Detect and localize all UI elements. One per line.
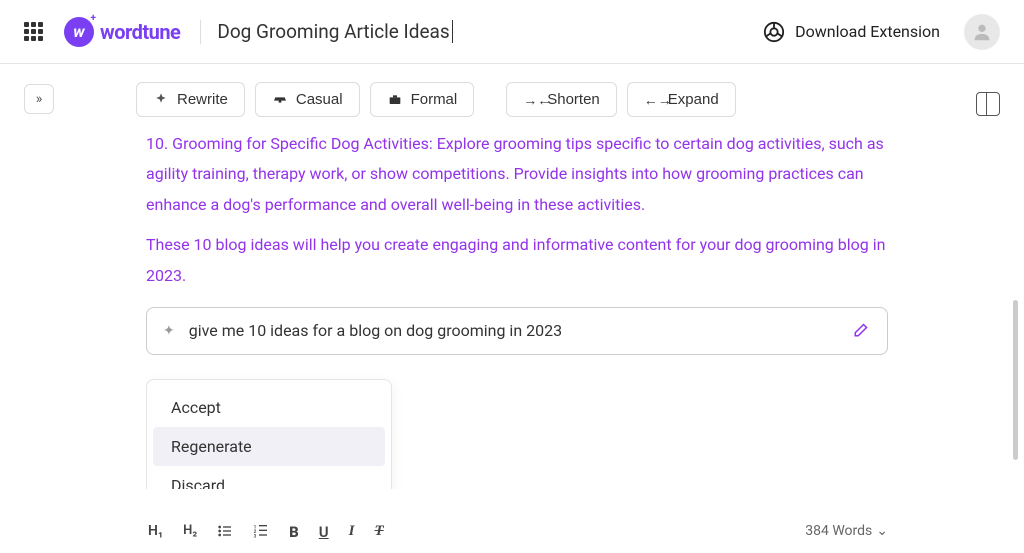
chevron-down-icon: ⌄ — [876, 523, 888, 539]
edit-prompt-button[interactable] — [853, 320, 871, 342]
expand-button[interactable]: ←→ Expand — [627, 82, 736, 117]
ai-prompt-box[interactable]: ✦ give me 10 ideas for a blog on dog gro… — [146, 307, 888, 355]
brand-name: wordtune — [100, 20, 180, 44]
expand-label: Expand — [668, 91, 719, 108]
paragraph-10: 10. Grooming for Specific Dog Activities… — [146, 129, 888, 220]
word-count[interactable]: 384 Words ⌄ — [805, 523, 888, 539]
vertical-scrollbar[interactable] — [1013, 300, 1018, 460]
expand-icon: ←→ — [644, 92, 660, 108]
paragraph-summary: These 10 blog ideas will help you create… — [146, 230, 888, 291]
prompt-text: give me 10 ideas for a blog on dog groom… — [189, 321, 839, 340]
clear-format-button[interactable]: T — [372, 523, 385, 540]
logo-mark-icon: w — [64, 17, 94, 47]
casual-button[interactable]: Casual — [255, 82, 360, 117]
casual-label: Casual — [296, 91, 343, 108]
heading2-button[interactable]: H₂ — [181, 523, 199, 538]
bullet-list-button[interactable] — [215, 523, 235, 543]
svg-text:3: 3 — [254, 534, 257, 539]
numbered-list-icon: 123 — [253, 523, 269, 539]
shorten-button[interactable]: →← Shorten — [506, 82, 617, 117]
rewrite-toolbar: Rewrite Casual Formal →← Shorten ←→ Expa… — [136, 64, 1024, 129]
numbered-list-button[interactable]: 123 — [251, 523, 271, 543]
sparkle-icon — [153, 92, 169, 108]
apps-grid-icon[interactable] — [24, 22, 44, 42]
bullet-list-icon — [217, 523, 233, 539]
browser-icon — [763, 21, 785, 43]
formal-label: Formal — [411, 91, 458, 108]
bold-button[interactable]: B — [287, 523, 301, 541]
underline-button[interactable]: U — [317, 523, 331, 541]
chevron-right-double-icon: » — [36, 91, 43, 107]
accept-action[interactable]: Accept — [153, 388, 385, 427]
generation-action-menu: Accept Regenerate Discard — [146, 379, 392, 489]
app-header: w wordtune Dog Grooming Article Ideas Do… — [0, 0, 1024, 64]
rewrite-button[interactable]: Rewrite — [136, 82, 245, 117]
brand-logo[interactable]: w wordtune — [64, 17, 180, 47]
italic-button[interactable]: I — [347, 523, 357, 540]
casual-icon — [272, 92, 288, 108]
document-title[interactable]: Dog Grooming Article Ideas — [217, 20, 763, 43]
briefcase-icon — [387, 92, 403, 108]
expand-sidebar-button[interactable]: » — [24, 84, 54, 114]
formal-button[interactable]: Formal — [370, 82, 475, 117]
editor-content: 10. Grooming for Specific Dog Activities… — [146, 129, 888, 489]
format-toolbar: H₁ H₂ 123 B U I T 384 Words ⌄ — [146, 523, 888, 553]
shorten-label: Shorten — [547, 91, 600, 108]
rewrite-label: Rewrite — [177, 91, 228, 108]
heading1-button[interactable]: H₁ — [146, 523, 165, 539]
shorten-icon: →← — [523, 92, 539, 108]
pencil-icon — [853, 320, 871, 338]
side-panel-toggle[interactable] — [976, 92, 1000, 116]
discard-action[interactable]: Discard — [153, 466, 385, 489]
download-extension-label: Download Extension — [795, 22, 940, 41]
vertical-divider — [200, 20, 201, 44]
regenerate-action[interactable]: Regenerate — [153, 427, 385, 466]
word-count-label: 384 Words — [805, 523, 872, 539]
generated-text[interactable]: 10. Grooming for Specific Dog Activities… — [146, 129, 888, 291]
user-icon — [971, 21, 993, 43]
sparkle-plus-icon: ✦ — [163, 323, 175, 339]
download-extension-button[interactable]: Download Extension — [763, 21, 940, 43]
user-avatar[interactable] — [964, 14, 1000, 50]
